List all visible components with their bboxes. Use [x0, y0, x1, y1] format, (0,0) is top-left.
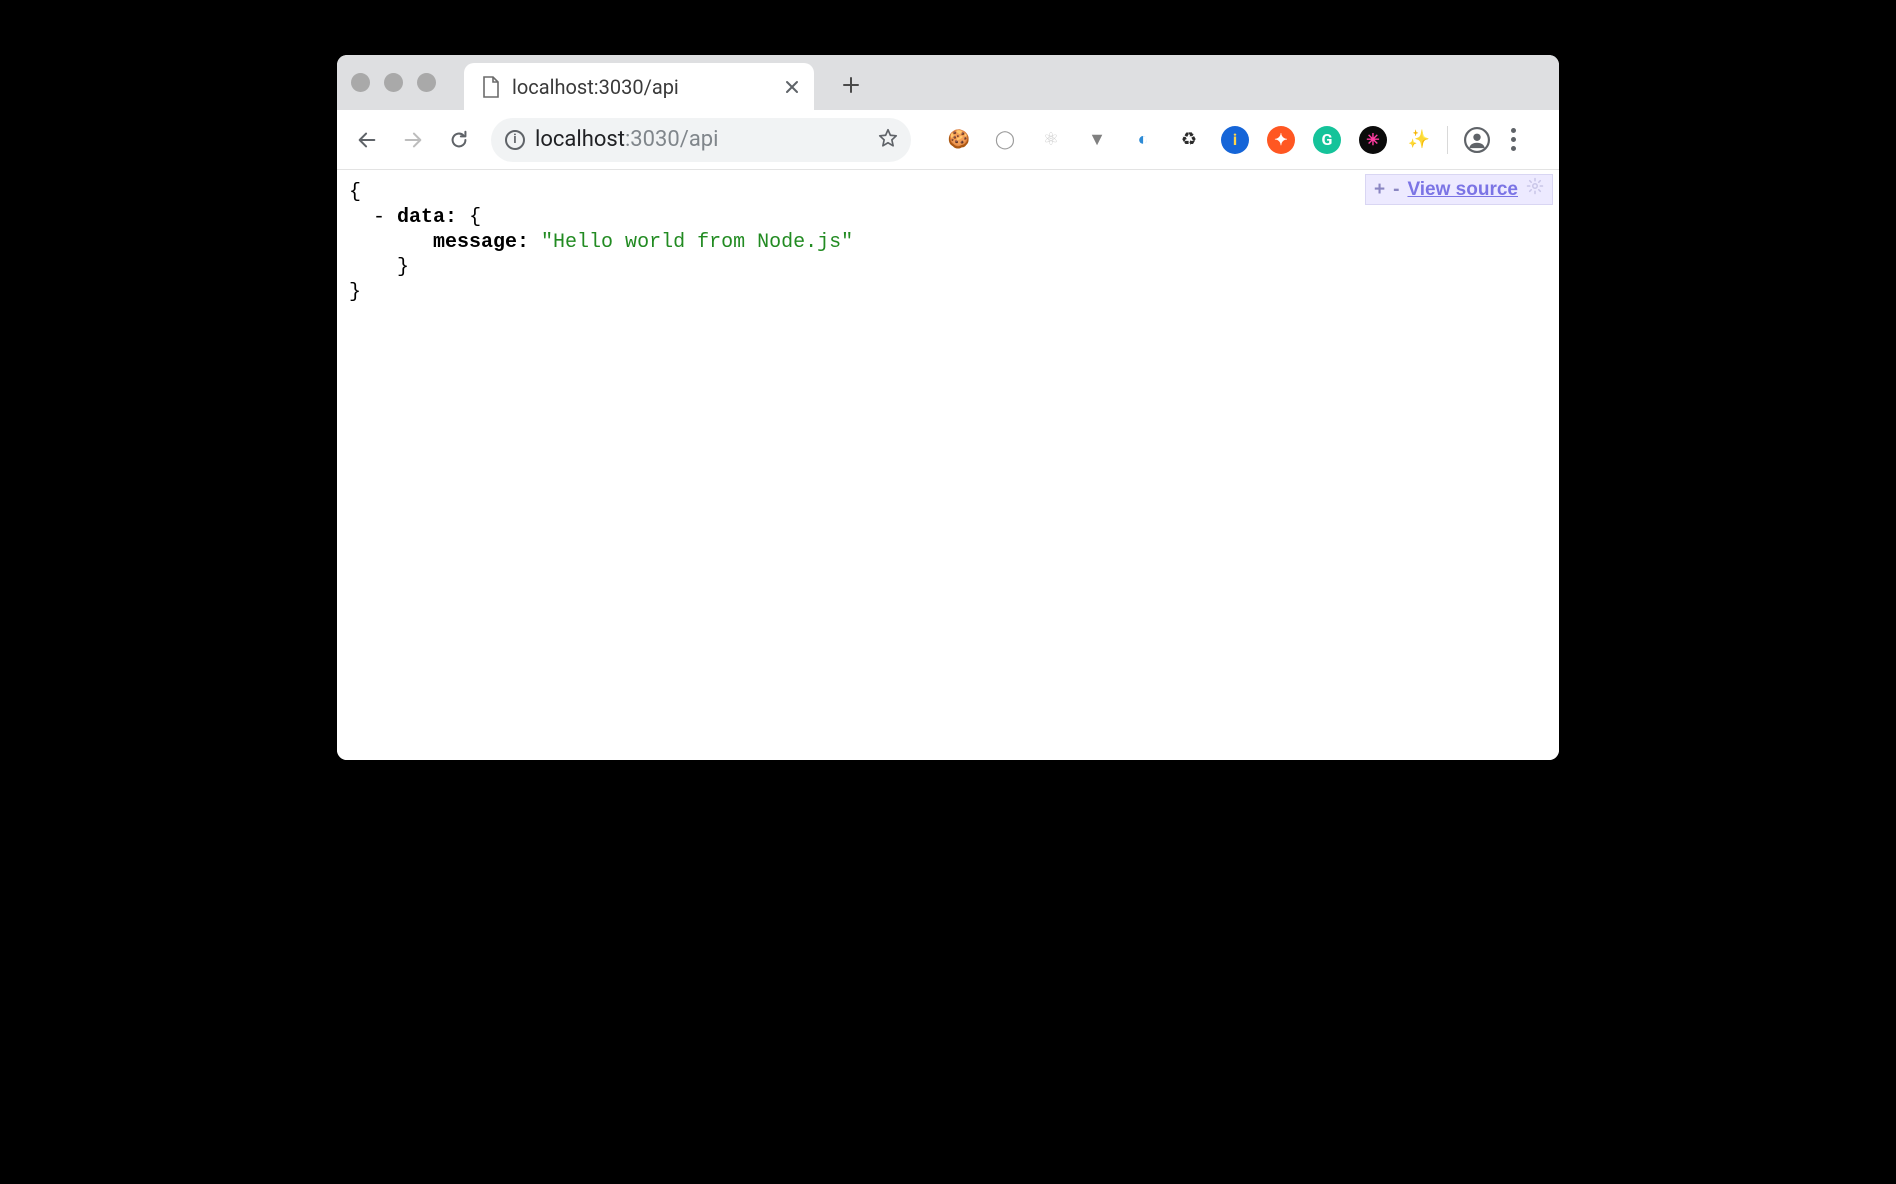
extensions-row: 🍪 ◯ ⚛ ▼ ◐ ♻ i ✦ G ✳ ✨: [945, 126, 1433, 154]
browser-menu-button[interactable]: [1498, 128, 1528, 151]
json-brace-close-outer: }: [349, 280, 1547, 305]
forward-button[interactable]: [393, 120, 433, 160]
page-icon: [482, 76, 500, 98]
expand-all-button[interactable]: +: [1374, 178, 1385, 202]
json-key-data: data:: [397, 206, 457, 229]
reload-icon: [448, 129, 470, 151]
dot-icon: [1511, 146, 1516, 151]
url-host: localhost: [535, 127, 625, 152]
arrow-right-icon: [402, 129, 424, 151]
tab-strip: localhost:3030/api: [337, 55, 1559, 110]
wand-icon[interactable]: ✨: [1405, 126, 1433, 154]
json-brace-close-inner: }: [349, 255, 1547, 280]
address-bar[interactable]: i localhost:3030/api: [491, 118, 911, 162]
back-button[interactable]: [347, 120, 387, 160]
json-property-data: - data: {: [349, 205, 1547, 230]
new-tab-button[interactable]: [832, 66, 870, 104]
recorder-icon[interactable]: ◯: [991, 126, 1019, 154]
tab-title: localhost:3030/api: [512, 75, 679, 99]
collapse-toggle[interactable]: -: [373, 206, 385, 229]
recycle-icon[interactable]: ♻: [1175, 126, 1203, 154]
gear-icon[interactable]: [1526, 177, 1544, 202]
jsonview-toolbar: + - View source: [1365, 174, 1553, 205]
site-info-icon[interactable]: i: [505, 130, 525, 150]
profile-button[interactable]: [1462, 125, 1492, 155]
flag-icon[interactable]: i: [1221, 126, 1249, 154]
dot-icon: [1511, 128, 1516, 133]
toolbar-separator: [1447, 126, 1448, 154]
collapse-all-button[interactable]: -: [1393, 178, 1399, 202]
browser-tab[interactable]: localhost:3030/api: [464, 63, 814, 110]
view-source-link[interactable]: View source: [1407, 178, 1518, 202]
react-icon[interactable]: ⚛: [1037, 126, 1065, 154]
json-property-message: message: "Hello world from Node.js": [349, 230, 1547, 255]
browser-window: localhost:3030/api i: [337, 55, 1559, 760]
maximize-window-button[interactable]: [417, 73, 436, 92]
plus-icon: [842, 76, 860, 94]
json-value-message: "Hello world from Node.js": [541, 231, 853, 254]
cookie-icon[interactable]: 🍪: [945, 126, 973, 154]
vue-icon[interactable]: ▼: [1083, 126, 1111, 154]
dot-icon: [1511, 137, 1516, 142]
url-text: localhost:3030/api: [535, 127, 719, 152]
minimize-window-button[interactable]: [384, 73, 403, 92]
star-icon: [877, 127, 899, 149]
slack-icon[interactable]: ✳: [1359, 126, 1387, 154]
window-controls: [351, 73, 436, 92]
close-icon: [785, 80, 799, 94]
toolbar: i localhost:3030/api 🍪 ◯ ⚛ ▼ ◐ ♻ i ✦ G ✳ ✨: [337, 110, 1559, 170]
tab-close-button[interactable]: [784, 79, 800, 95]
grammarly-icon[interactable]: G: [1313, 126, 1341, 154]
avatar-icon: [1464, 127, 1490, 153]
bookmark-button[interactable]: [877, 127, 899, 153]
opera-icon[interactable]: ◐: [1129, 126, 1157, 154]
page-content: + - View source { - data: { message: "He…: [337, 170, 1559, 760]
arrow-left-icon: [356, 129, 378, 151]
lifebuoy-icon[interactable]: ✦: [1267, 126, 1295, 154]
json-key-message: message:: [433, 231, 529, 254]
url-rest: :3030/api: [625, 127, 719, 152]
close-window-button[interactable]: [351, 73, 370, 92]
reload-button[interactable]: [439, 120, 479, 160]
